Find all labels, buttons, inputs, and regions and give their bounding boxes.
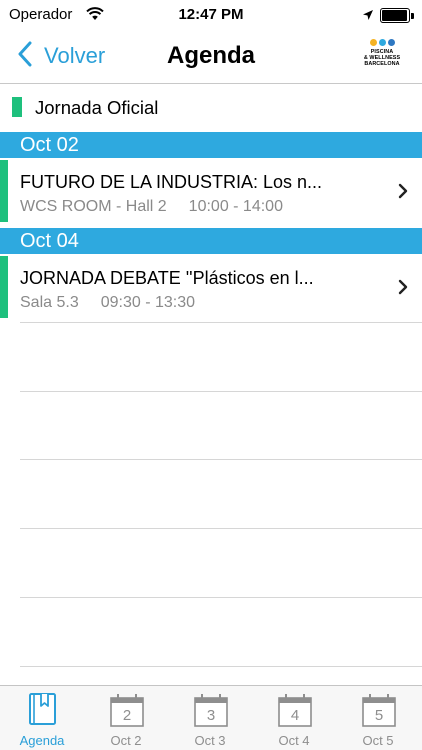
tab-label: Oct 5 [362,733,394,748]
section-date-header: Oct 02 [0,132,422,158]
event-time: 10:00 - 14:00 [188,198,283,215]
event-time: 09:30 - 13:30 [100,294,196,311]
section-date-header: Oct 04 [0,228,422,254]
tab-label: Oct 4 [278,733,310,748]
event-meta: Sala 5.3 09:30 - 13:30 [20,294,195,312]
calendar-icon: 2 [109,692,145,733]
event-row[interactable]: FUTURO DE LA INDUSTRIA: Los n... WCS ROO… [0,160,422,222]
page-title: Agenda [166,42,255,69]
category-header: Jornada Oficial [0,94,422,122]
svg-text:5: 5 [375,707,383,724]
event-room: WCS ROOM - Hall 2 [20,198,167,215]
event-category-accent [0,256,8,318]
calendar-icon: 3 [193,692,229,733]
row-separator [20,528,422,529]
svg-text:2: 2 [123,707,131,724]
location-arrow-icon [362,8,374,26]
category-label: Jornada Oficial [35,97,159,118]
svg-text:4: 4 [291,707,299,724]
event-category-accent [0,160,8,222]
status-bar: Operador 12:47 PM [0,0,422,30]
svg-text:3: 3 [207,707,215,724]
calendar-icon: 5 [361,692,397,733]
row-separator [20,459,422,460]
chevron-right-icon [398,279,408,300]
status-time: 12:47 PM [178,6,244,23]
calendar-icon: 4 [277,692,313,733]
tab-agenda[interactable]: Agenda [0,686,84,750]
battery-icon [380,8,414,23]
tab-bar: Agenda 2 Oct 2 3 Oct 3 4 Oct 4 5 Oct 5 [0,685,422,750]
event-meta: WCS ROOM - Hall 2 10:00 - 14:00 [20,198,283,216]
event-logo: PISCINA & WELLNESS BARCELONA [360,38,404,78]
event-title: FUTURO DE LA INDUSTRIA: Los n... [20,172,323,192]
bookmark-icon [25,692,61,733]
tab-label: Agenda [19,733,65,748]
chevron-right-icon [398,183,408,204]
event-title: JORNADA DEBATE ''Plásticos en l... [20,268,314,288]
row-separator [20,391,422,392]
tab-oct-2[interactable]: 2 Oct 2 [84,686,168,750]
tab-oct-3[interactable]: 3 Oct 3 [168,686,252,750]
logo-wordmark: PISCINA & WELLNESS BARCELONA [363,49,401,67]
row-separator [20,322,422,323]
tab-oct-5[interactable]: 5 Oct 5 [336,686,420,750]
tab-label: Oct 2 [110,733,142,748]
navigation-bar: Volver Agenda PISCINA & WELLNESS BARCELO… [0,30,422,84]
tab-label: Oct 3 [194,733,226,748]
category-color-marker [12,97,22,117]
event-row[interactable]: JORNADA DEBATE ''Plásticos en l... Sala … [0,256,422,318]
row-separator [20,666,422,667]
row-separator [20,597,422,598]
logo-dots [360,39,404,46]
event-room: Sala 5.3 [20,294,79,311]
tab-oct-4[interactable]: 4 Oct 4 [252,686,336,750]
